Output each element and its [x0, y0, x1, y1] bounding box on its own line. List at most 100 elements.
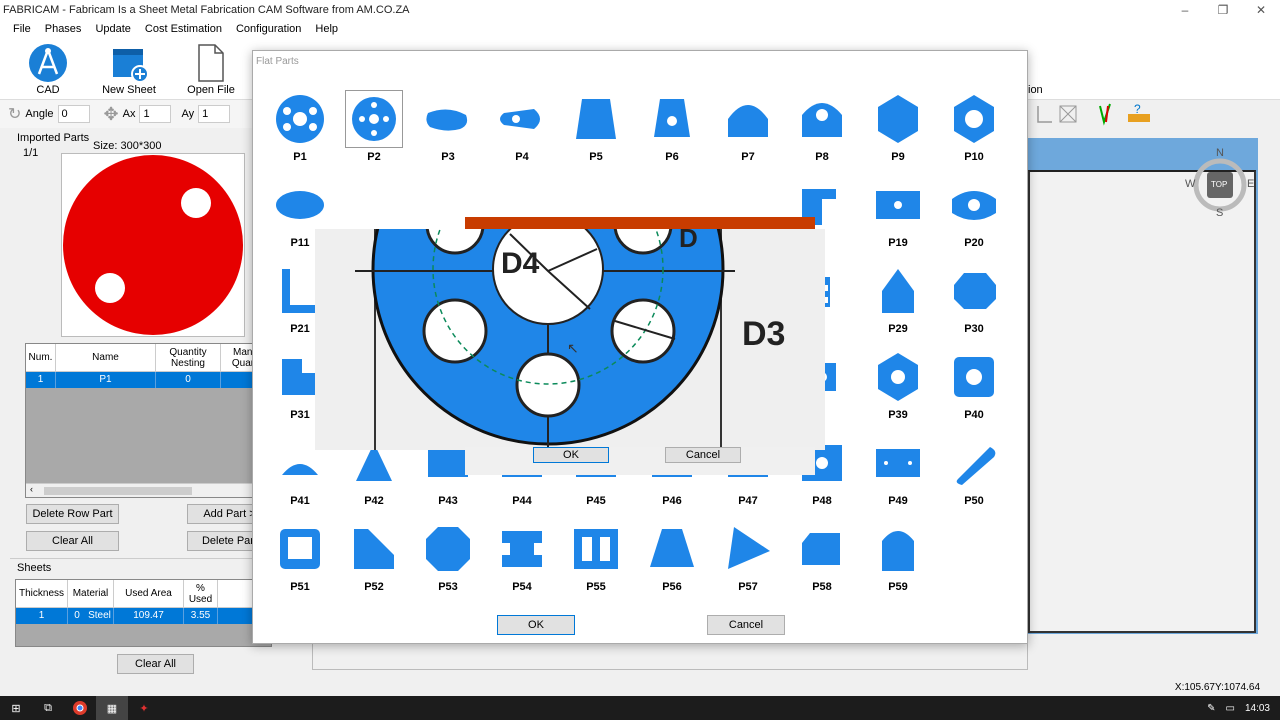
part-label: P3: [441, 151, 455, 163]
part-tile[interactable]: P54: [487, 521, 557, 593]
clear-all-sheets-button[interactable]: Clear All: [117, 654, 194, 674]
close-button[interactable]: ✕: [1242, 0, 1280, 20]
part-label: P7: [741, 151, 755, 163]
ay-field[interactable]: 1: [198, 105, 231, 123]
fabricam-taskbar-icon[interactable]: ▦: [96, 696, 128, 720]
part-tile[interactable]: P9: [863, 91, 933, 163]
part-shape-icon: [426, 527, 470, 571]
part-shape-icon: [878, 95, 918, 143]
ribbon-partial-label: ion: [1028, 84, 1043, 96]
ax-field[interactable]: 1: [139, 105, 172, 123]
part-tile[interactable]: P57: [713, 521, 783, 593]
chrome-icon[interactable]: [64, 696, 96, 720]
part-tile[interactable]: P59: [863, 521, 933, 593]
popup-cancel-button[interactable]: Cancel: [665, 447, 741, 463]
scroll-thumb[interactable]: [44, 487, 192, 495]
menu-cost-estimation[interactable]: Cost Estimation: [138, 23, 229, 35]
part-tile[interactable]: P56: [637, 521, 707, 593]
popup-ok-button[interactable]: OK: [533, 447, 609, 463]
part-shape-icon: [650, 529, 694, 567]
task-view-icon[interactable]: ⧉: [32, 696, 64, 720]
menu-phases[interactable]: Phases: [38, 23, 89, 35]
part-tile[interactable]: P55: [561, 521, 631, 593]
part-tile[interactable]: P29: [863, 263, 933, 335]
horizontal-scrollbar[interactable]: ‹: [26, 483, 271, 497]
dialog-cancel-button[interactable]: Cancel: [707, 615, 785, 635]
table-row[interactable]: 1 P1 0: [26, 372, 271, 388]
part-label: P4: [515, 151, 529, 163]
new-sheet-button[interactable]: New Sheet: [94, 42, 164, 96]
clear-all-parts-button[interactable]: Clear All: [26, 531, 119, 551]
part-label: P43: [438, 495, 458, 507]
part-label: P1: [293, 151, 307, 163]
compass-e: E: [1247, 178, 1255, 190]
part-tile[interactable]: P5: [561, 91, 631, 163]
menu-update[interactable]: Update: [88, 23, 137, 35]
part-tile[interactable]: P51: [265, 521, 335, 593]
col-name: Name: [56, 344, 156, 371]
compass-top[interactable]: TOP: [1211, 180, 1227, 189]
table-row[interactable]: 1 0 Steel 109.47 3.55: [16, 608, 271, 624]
open-file-button[interactable]: Open File: [176, 42, 246, 96]
part-tile[interactable]: P40: [939, 349, 1009, 421]
rotate-icon[interactable]: ↻: [8, 104, 21, 124]
part-tile[interactable]: P4: [487, 91, 557, 163]
part-tile[interactable]: P50: [939, 435, 1009, 507]
part-tile[interactable]: P2: [339, 90, 409, 163]
pen-icon[interactable]: ✎: [1207, 703, 1215, 714]
open-file-label: Open File: [187, 84, 235, 96]
part-shape-icon: [345, 90, 403, 148]
drawing-tools-icons[interactable]: ?: [1030, 102, 1160, 128]
part-preview-shape: [63, 155, 243, 335]
part-tile[interactable]: P39: [863, 349, 933, 421]
angle-field[interactable]: 0: [57, 105, 90, 123]
part-tile[interactable]: P10: [939, 91, 1009, 163]
part-shape-icon: [426, 109, 468, 131]
part-label: P46: [662, 495, 682, 507]
maximize-button[interactable]: ❐: [1204, 0, 1242, 20]
part-tile[interactable]: P8: [787, 91, 857, 163]
menu-configuration[interactable]: Configuration: [229, 23, 308, 35]
part-tile[interactable]: P30: [939, 263, 1009, 335]
label-d4: D4: [501, 247, 540, 280]
part-tile[interactable]: P3: [413, 91, 483, 163]
part-shape-icon: [802, 103, 842, 137]
part-label: P40: [964, 409, 984, 421]
dialog-ok-button[interactable]: OK: [497, 615, 575, 635]
part-tile[interactable]: P52: [339, 521, 409, 593]
menu-help[interactable]: Help: [308, 23, 345, 35]
part-tile[interactable]: P53: [413, 521, 483, 593]
minimize-button[interactable]: –: [1166, 0, 1204, 20]
part-shape-icon: [500, 109, 540, 129]
part-shape-icon: [276, 191, 324, 219]
part-tile[interactable]: P49: [863, 435, 933, 507]
recorder-icon[interactable]: ✦: [128, 696, 160, 720]
part-tile[interactable]: P1: [265, 91, 335, 163]
part-tile[interactable]: P58: [787, 521, 857, 593]
part-shape-icon: [876, 191, 920, 219]
part-label: P53: [438, 581, 458, 593]
part-tile[interactable]: P6: [637, 91, 707, 163]
scroll-left-icon[interactable]: ‹: [30, 484, 33, 494]
compass-s: S: [1216, 207, 1224, 219]
network-icon[interactable]: ▭: [1226, 703, 1235, 714]
part-size-label: Size: 300*300: [93, 140, 162, 152]
part-preview: [61, 153, 245, 337]
cad-button[interactable]: CAD: [13, 42, 83, 96]
part-tile[interactable]: P7: [713, 91, 783, 163]
view-compass[interactable]: N S E W TOP: [1185, 147, 1254, 219]
nesting-canvas[interactable]: [1028, 170, 1256, 633]
part-shape-icon: [954, 273, 996, 309]
title-bar: FABRICAM - Fabricam Is a Sheet Metal Fab…: [0, 0, 1280, 20]
part-label: P47: [738, 495, 758, 507]
part-shape-icon: [878, 353, 918, 401]
status-bar: X:105.67Y:1074.64: [0, 680, 1280, 696]
delete-row-part-button[interactable]: Delete Row Part: [26, 504, 119, 524]
part-tile[interactable]: P19: [863, 177, 933, 249]
part-tile[interactable]: P11: [265, 177, 335, 249]
new-sheet-icon: [94, 42, 164, 84]
windows-start-icon[interactable]: ⊞: [0, 696, 32, 720]
part-tile[interactable]: P20: [939, 177, 1009, 249]
move-icon[interactable]: ✥: [104, 104, 119, 125]
menu-file[interactable]: File: [6, 23, 38, 35]
